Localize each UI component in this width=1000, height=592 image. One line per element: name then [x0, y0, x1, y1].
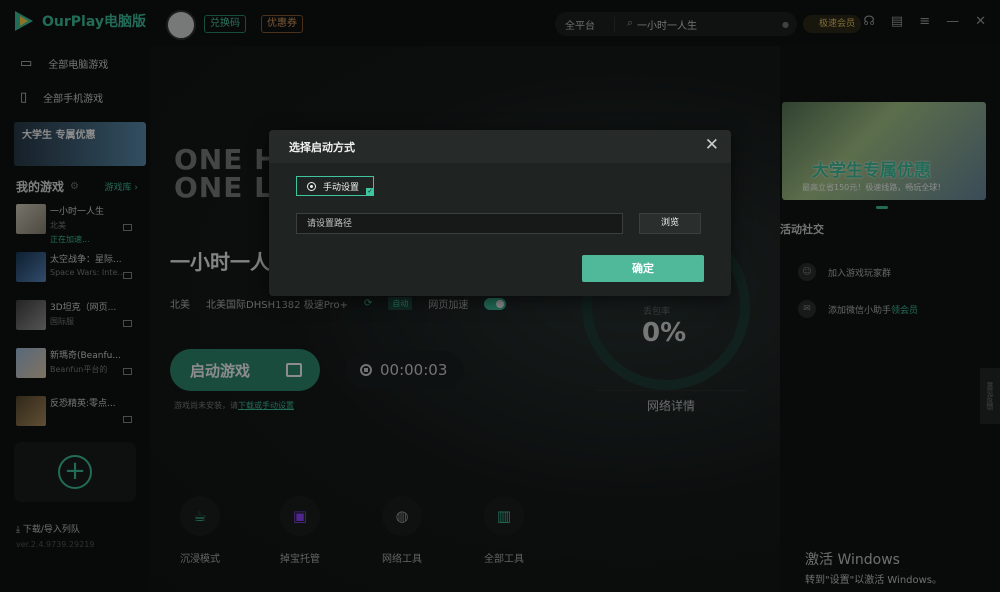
app-window: OurPlay电脑版 兑换码 优惠券 全平台 ⌕ ● 极速会员 ☊ ▤ ≡ — … [0, 0, 1000, 592]
confirm-button[interactable]: 确定 [582, 255, 704, 282]
close-icon[interactable]: ✕ [705, 137, 719, 154]
browse-button[interactable]: 浏览 [639, 213, 701, 234]
option-label: 手动设置 [323, 182, 360, 193]
dialog-title: 选择启动方式 [289, 140, 355, 154]
dialog-header: 选择启动方式 [269, 130, 731, 163]
radio-icon [307, 181, 316, 191]
modal-overlay [0, 0, 1000, 592]
launch-method-dialog: 选择启动方式 ✕ 手动设置 ✓ 浏览 确定 [269, 130, 731, 296]
manual-setup-option[interactable]: 手动设置 ✓ [296, 176, 374, 196]
path-input[interactable] [296, 213, 623, 234]
check-icon: ✓ [366, 188, 374, 196]
